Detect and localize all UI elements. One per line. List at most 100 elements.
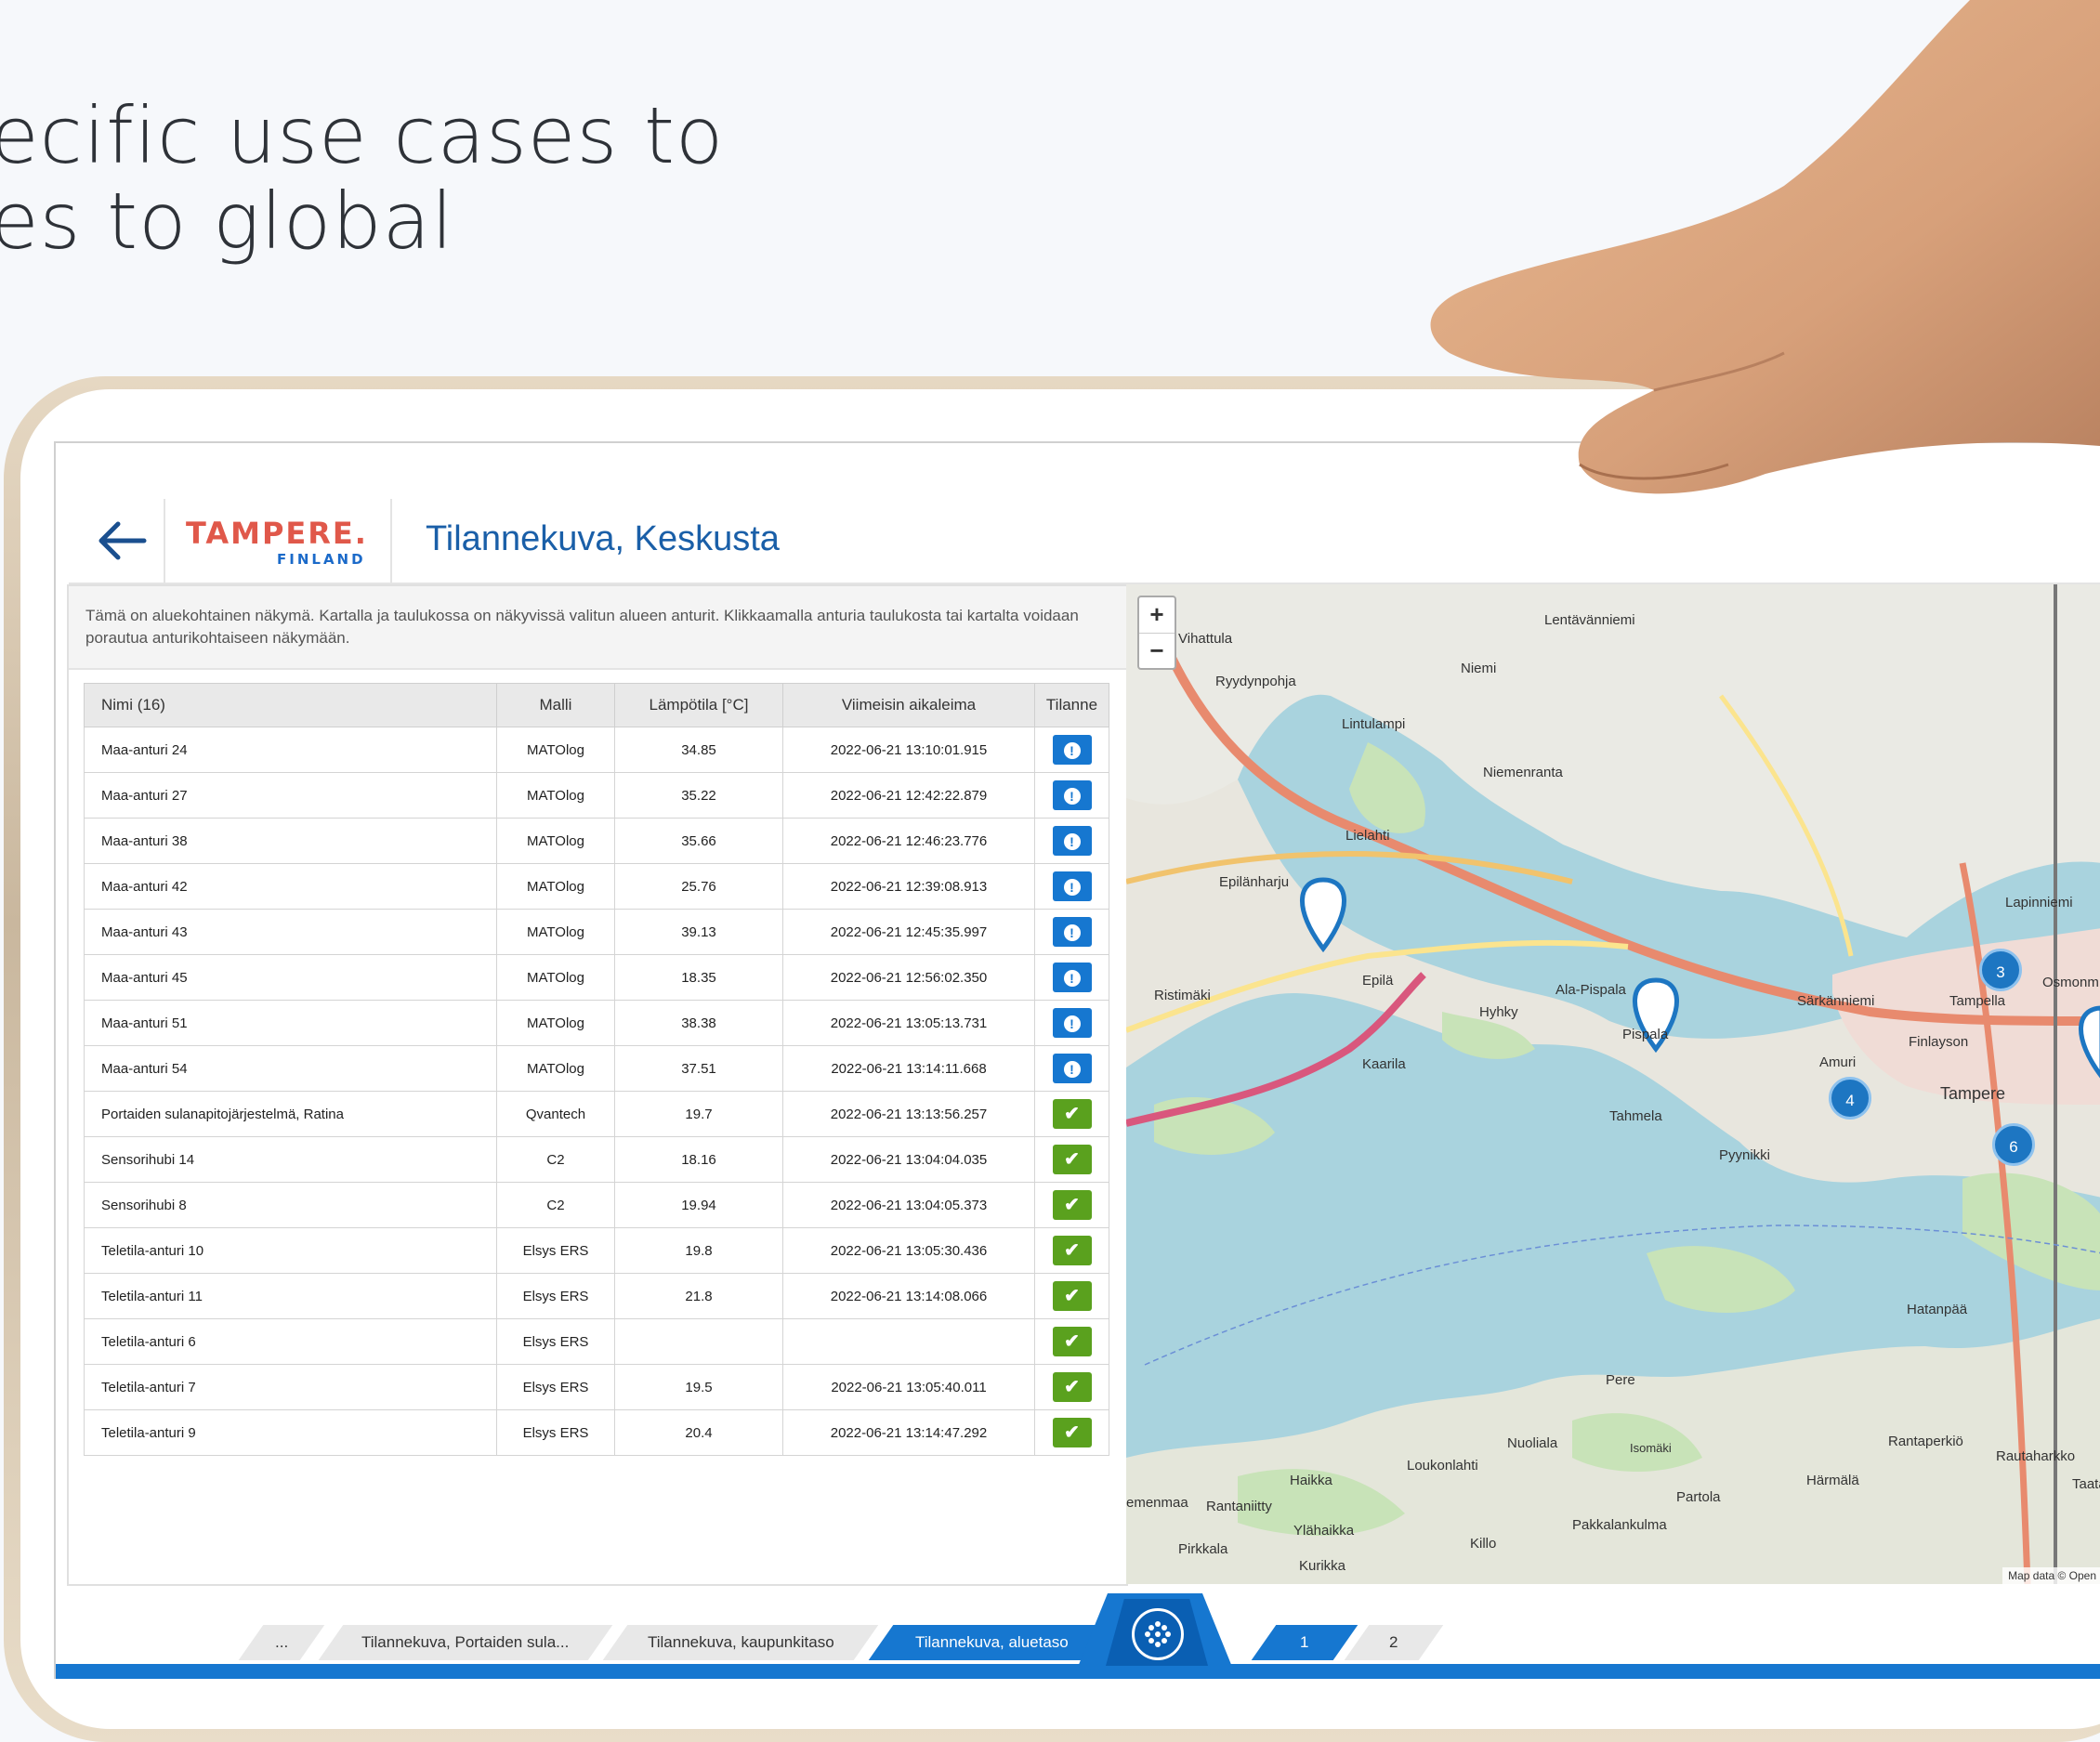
sensor-temperature-cell: 18.16 (614, 1136, 783, 1183)
ok-status-icon[interactable]: ✔ (1052, 1281, 1092, 1311)
sensor-name-cell: Maa-anturi 38 (84, 818, 497, 864)
sensor-name-cell: Teletila-anturi 7 (84, 1364, 497, 1410)
sensor-timestamp-cell: 2022-06-21 12:45:35.997 (782, 909, 1035, 955)
sensor-timestamp-cell: 2022-06-21 12:39:08.913 (782, 863, 1035, 910)
alert-status-icon[interactable]: ! (1052, 963, 1092, 992)
sensor-status-cell: ✔ (1034, 1091, 1109, 1137)
table-row[interactable]: Maa-anturi 43 MATOlog 39.13 2022-06-21 12:4… (84, 909, 1109, 955)
sensor-model-cell: MATOlog (496, 727, 615, 773)
zoom-out-button[interactable]: − (1139, 634, 1175, 669)
page-tab-2[interactable]: 2 (1344, 1625, 1444, 1660)
sensor-name-cell: Teletila-anturi 10 (84, 1227, 497, 1274)
alert-status-icon[interactable]: ! (1052, 871, 1092, 901)
alert-status-icon[interactable]: ! (1052, 1054, 1092, 1083)
breadcrumb-item-portaiden[interactable]: Tilannekuva, Portaiden sula... (318, 1625, 613, 1660)
alert-status-icon[interactable]: ! (1052, 826, 1092, 856)
table-row[interactable]: Sensorihubi 8 C2 19.94 2022-06-21 13:04:05.… (84, 1182, 1109, 1228)
map-cluster[interactable]: 6 (1992, 1123, 2035, 1166)
column-header-temperature[interactable]: Lämpötila [°C] (614, 683, 783, 727)
table-row[interactable]: Maa-anturi 24 MATOlog 34.85 2022-06-21 13:1… (84, 727, 1109, 773)
sensor-timestamp-cell: 2022-06-21 13:04:04.035 (782, 1136, 1035, 1183)
table-row[interactable]: Maa-anturi 45 MATOlog 18.35 2022-06-21 12:5… (84, 954, 1109, 1001)
breadcrumb-item-kaupunkitaso[interactable]: Tilannekuva, kaupunkitaso (602, 1625, 879, 1660)
alert-status-icon[interactable]: ! (1052, 780, 1092, 810)
breadcrumb-item-ellipsis[interactable]: ... (238, 1625, 325, 1660)
sensor-status-cell: ✔ (1034, 1227, 1109, 1274)
exclamation-icon: ! (1063, 832, 1081, 850)
map-label: Nuoliala (1507, 1435, 1558, 1451)
map-label: Pirkkala (1178, 1541, 1228, 1557)
map-label: Loukonlahti (1407, 1458, 1478, 1473)
alert-status-icon[interactable]: ! (1052, 735, 1092, 765)
page-label: 2 (1389, 1633, 1398, 1651)
table-header-row: Nimi (16) Malli Lämpötila [°C] Viimeisin… (84, 683, 1109, 727)
column-header-model[interactable]: Malli (496, 683, 615, 727)
arrow-left-icon (98, 521, 147, 560)
sensor-model-cell: Elsys ERS (496, 1227, 615, 1274)
table-row[interactable]: Portaiden sulanapitojärjestelmä, Ratina Q… (84, 1091, 1109, 1137)
table-row[interactable]: Teletila-anturi 7 Elsys ERS 19.5 2022-06-21… (84, 1364, 1109, 1410)
table-row[interactable]: Teletila-anturi 9 Elsys ERS 20.4 2022-06-21… (84, 1409, 1109, 1456)
column-header-name[interactable]: Nimi (16) (84, 683, 497, 727)
map-label: Hyhky (1479, 1004, 1518, 1020)
map-label: Rantaniitty (1206, 1499, 1272, 1514)
table-row[interactable]: Maa-anturi 54 MATOlog 37.51 2022-06-21 13:1… (84, 1045, 1109, 1092)
map-cluster[interactable]: 3 (1979, 949, 2022, 991)
zoom-in-button[interactable]: + (1139, 597, 1175, 634)
ok-status-icon[interactable]: ✔ (1052, 1236, 1092, 1265)
sensor-status-cell: ! (1034, 727, 1109, 773)
map-label: Niemi (1461, 661, 1497, 676)
table-row[interactable]: Maa-anturi 51 MATOlog 38.38 2022-06-21 13:0… (84, 1000, 1109, 1046)
table-row[interactable]: Teletila-anturi 11 Elsys ERS 21.8 2022-06-2… (84, 1273, 1109, 1319)
sensor-timestamp-cell: 2022-06-21 13:05:13.731 (782, 1000, 1035, 1046)
table-row[interactable]: Maa-anturi 42 MATOlog 25.76 2022-06-21 12:3… (84, 863, 1109, 910)
table-row[interactable]: Maa-anturi 38 MATOlog 35.66 2022-06-21 12:4… (84, 818, 1109, 864)
back-button[interactable] (80, 499, 165, 583)
table-row[interactable]: Teletila-anturi 6 Elsys ERS ✔ (84, 1318, 1109, 1365)
sensor-timestamp-cell: 2022-06-21 12:46:23.776 (782, 818, 1035, 864)
alert-status-icon[interactable]: ! (1052, 1008, 1092, 1038)
sensor-name-cell: Maa-anturi 51 (84, 1000, 497, 1046)
exclamation-icon: ! (1063, 1060, 1081, 1078)
sensor-timestamp-cell: 2022-06-21 13:04:05.373 (782, 1182, 1035, 1228)
ok-status-icon[interactable]: ✔ (1052, 1099, 1092, 1129)
column-header-status[interactable]: Tilanne (1034, 683, 1109, 727)
sensor-model-cell: MATOlog (496, 818, 615, 864)
home-hub-icon[interactable] (1132, 1608, 1184, 1660)
sensor-name-cell: Maa-anturi 27 (84, 772, 497, 819)
sensor-model-cell: Elsys ERS (496, 1409, 615, 1456)
sensor-status-cell: ✔ (1034, 1409, 1109, 1456)
ok-status-icon[interactable]: ✔ (1052, 1190, 1092, 1220)
column-header-timestamp[interactable]: Viimeisin aikaleima (782, 683, 1035, 727)
table-row[interactable]: Maa-anturi 27 MATOlog 35.22 2022-06-21 12:4… (84, 772, 1109, 819)
exclamation-icon: ! (1063, 923, 1081, 941)
sensor-table-body: Maa-anturi 24 MATOlog 34.85 2022-06-21 13:1… (84, 727, 1109, 1456)
table-row[interactable]: Sensorihubi 14 C2 18.16 2022-06-21 13:04:04… (84, 1136, 1109, 1183)
sensor-status-cell: ✔ (1034, 1318, 1109, 1365)
sensor-model-cell: MATOlog (496, 954, 615, 1001)
sensor-status-cell: ✔ (1034, 1182, 1109, 1228)
map-label: Ylähaikka (1293, 1523, 1355, 1539)
hub-dots-icon (1145, 1621, 1171, 1647)
ok-status-icon[interactable]: ✔ (1052, 1327, 1092, 1356)
map-attribution[interactable]: Map data © Open (2002, 1567, 2100, 1584)
map-view[interactable]: + − Vihattula Lentävänniemi Ryydynpohja … (1126, 584, 2100, 1584)
map-label: Partola (1676, 1489, 1721, 1505)
table-row[interactable]: Teletila-anturi 10 Elsys ERS 19.8 2022-06-2… (84, 1227, 1109, 1274)
page-tab-1[interactable]: 1 (1251, 1625, 1358, 1660)
sensor-name-cell: Maa-anturi 54 (84, 1045, 497, 1092)
sensor-temperature-cell: 38.38 (614, 1000, 783, 1046)
exclamation-icon: ! (1063, 787, 1081, 805)
alert-status-icon[interactable]: ! (1052, 917, 1092, 947)
sensor-name-cell: Sensorihubi 14 (84, 1136, 497, 1183)
map-cluster[interactable]: 4 (1829, 1077, 1871, 1120)
ok-status-icon[interactable]: ✔ (1052, 1418, 1092, 1447)
map-label: Epilä (1362, 973, 1394, 989)
ok-status-icon[interactable]: ✔ (1052, 1372, 1092, 1402)
sensor-timestamp-cell: 2022-06-21 13:10:01.915 (782, 727, 1035, 773)
sensor-temperature-cell: 34.85 (614, 727, 783, 773)
breadcrumb-item-aluetaso[interactable]: Tilannekuva, aluetaso (868, 1625, 1115, 1660)
ok-status-icon[interactable]: ✔ (1052, 1145, 1092, 1174)
map-label: emenmaa (1126, 1495, 1188, 1511)
map-label: Pakkalankulma (1572, 1517, 1667, 1533)
